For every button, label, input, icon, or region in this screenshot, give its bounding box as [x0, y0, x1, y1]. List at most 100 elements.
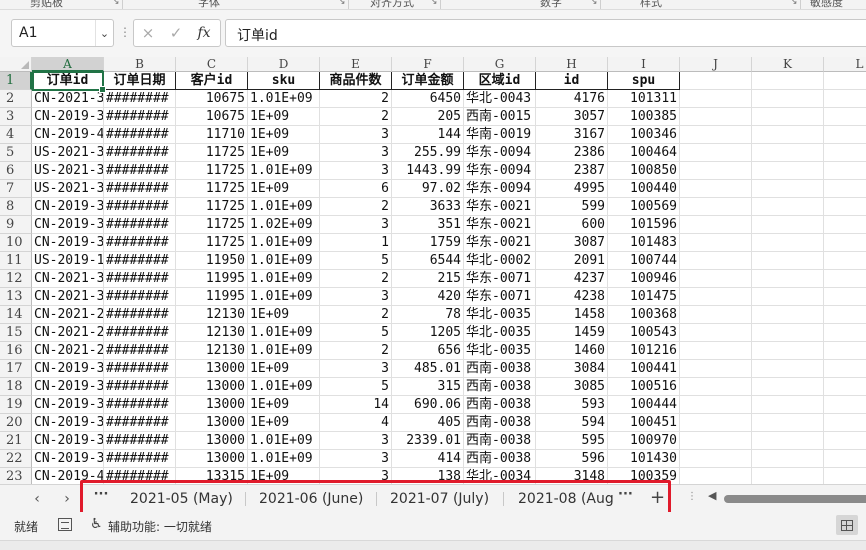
empty-cell[interactable] [824, 90, 866, 108]
data-cell[interactable]: CN-2021-3 [32, 288, 104, 306]
data-cell[interactable]: 华东-0094 [464, 162, 536, 180]
data-cell[interactable]: 西南-0038 [464, 396, 536, 414]
data-cell[interactable]: 11995 [176, 288, 248, 306]
header-cell[interactable]: 订单金额 [392, 72, 464, 90]
data-cell[interactable]: 1E+09 [248, 108, 320, 126]
empty-cell[interactable] [680, 72, 752, 90]
empty-cell[interactable] [752, 144, 824, 162]
data-cell[interactable]: 1443.99 [392, 162, 464, 180]
data-cell[interactable]: 100451 [608, 414, 680, 432]
empty-cell[interactable] [824, 234, 866, 252]
data-cell[interactable]: 13000 [176, 396, 248, 414]
data-cell[interactable]: 13000 [176, 360, 248, 378]
data-cell[interactable]: 100569 [608, 198, 680, 216]
data-cell[interactable]: 690.06 [392, 396, 464, 414]
data-cell[interactable]: 3 [320, 216, 392, 234]
accessibility-status-text[interactable]: 辅助功能: 一切就绪 [108, 518, 212, 535]
data-cell[interactable]: ######## [104, 414, 176, 432]
dialog-launcher-icon[interactable]: ↘ [112, 0, 120, 7]
data-cell[interactable]: 西南-0038 [464, 450, 536, 468]
data-cell[interactable]: 3167 [536, 126, 608, 144]
data-cell[interactable]: CN-2019-3 [32, 378, 104, 396]
data-cell[interactable]: CN-2019-3 [32, 216, 104, 234]
row-header-13[interactable]: 13 [0, 288, 32, 306]
row-header-23[interactable]: 23 [0, 468, 32, 484]
data-cell[interactable]: 101311 [608, 90, 680, 108]
row-header-7[interactable]: 7 [0, 180, 32, 198]
empty-cell[interactable] [680, 162, 752, 180]
data-cell[interactable]: ######## [104, 360, 176, 378]
data-cell[interactable]: 420 [392, 288, 464, 306]
data-cell[interactable]: 11725 [176, 162, 248, 180]
data-cell[interactable]: CN-2019-3 [32, 108, 104, 126]
row-header-21[interactable]: 21 [0, 432, 32, 450]
data-cell[interactable]: CN-2019-3 [32, 360, 104, 378]
data-cell[interactable]: 100946 [608, 270, 680, 288]
row-header-18[interactable]: 18 [0, 378, 32, 396]
data-cell[interactable]: 华北-0035 [464, 342, 536, 360]
empty-cell[interactable] [680, 90, 752, 108]
empty-cell[interactable] [680, 468, 752, 484]
data-cell[interactable]: 100850 [608, 162, 680, 180]
data-cell[interactable]: 11725 [176, 216, 248, 234]
data-cell[interactable]: 1E+09 [248, 126, 320, 144]
empty-cell[interactable] [752, 396, 824, 414]
data-cell[interactable]: CN-2019-3 [32, 234, 104, 252]
data-cell[interactable]: 3 [320, 360, 392, 378]
empty-cell[interactable] [752, 378, 824, 396]
data-cell[interactable]: 2 [320, 198, 392, 216]
data-cell[interactable]: 101216 [608, 342, 680, 360]
empty-cell[interactable] [824, 378, 866, 396]
data-cell[interactable]: CN-2019-3 [32, 198, 104, 216]
empty-cell[interactable] [680, 234, 752, 252]
empty-cell[interactable] [752, 162, 824, 180]
data-cell[interactable]: CN-2019-3 [32, 396, 104, 414]
data-cell[interactable]: 205 [392, 108, 464, 126]
empty-cell[interactable] [752, 468, 824, 484]
column-header-e[interactable]: E [320, 57, 392, 72]
data-cell[interactable]: 2 [320, 90, 392, 108]
data-cell[interactable]: 12130 [176, 306, 248, 324]
data-cell[interactable]: ######## [104, 396, 176, 414]
empty-cell[interactable] [752, 342, 824, 360]
data-cell[interactable]: 593 [536, 396, 608, 414]
data-cell[interactable]: 西南-0038 [464, 378, 536, 396]
empty-cell[interactable] [824, 126, 866, 144]
header-cell[interactable]: 订单id [32, 72, 104, 90]
data-cell[interactable]: 2386 [536, 144, 608, 162]
data-cell[interactable]: 101596 [608, 216, 680, 234]
empty-cell[interactable] [680, 378, 752, 396]
empty-cell[interactable] [680, 270, 752, 288]
column-header-b[interactable]: B [104, 57, 176, 72]
empty-cell[interactable] [680, 126, 752, 144]
data-cell[interactable]: 1.01E+09 [248, 198, 320, 216]
data-cell[interactable]: 华东-0071 [464, 270, 536, 288]
empty-cell[interactable] [752, 252, 824, 270]
data-cell[interactable]: CN-2019-3 [32, 450, 104, 468]
column-header-c[interactable]: C [176, 57, 248, 72]
column-header-g[interactable]: G [464, 57, 536, 72]
data-cell[interactable]: ######## [104, 342, 176, 360]
empty-cell[interactable] [824, 252, 866, 270]
macro-record-icon[interactable] [58, 518, 72, 531]
row-header-8[interactable]: 8 [0, 198, 32, 216]
empty-cell[interactable] [752, 270, 824, 288]
empty-cell[interactable] [824, 144, 866, 162]
data-cell[interactable]: CN-2019-3 [32, 432, 104, 450]
data-cell[interactable]: 1.01E+09 [248, 324, 320, 342]
empty-cell[interactable] [752, 324, 824, 342]
chevron-down-icon[interactable]: ⌄ [95, 20, 113, 46]
empty-cell[interactable] [752, 414, 824, 432]
data-cell[interactable]: 100744 [608, 252, 680, 270]
data-cell[interactable]: 1459 [536, 324, 608, 342]
data-cell[interactable]: ######## [104, 90, 176, 108]
data-cell[interactable]: 3633 [392, 198, 464, 216]
data-cell[interactable]: 1 [320, 234, 392, 252]
data-cell[interactable]: 12130 [176, 324, 248, 342]
data-cell[interactable]: ######## [104, 162, 176, 180]
empty-cell[interactable] [824, 72, 866, 90]
empty-cell[interactable] [680, 414, 752, 432]
data-cell[interactable]: 13000 [176, 450, 248, 468]
data-cell[interactable]: 1E+09 [248, 396, 320, 414]
data-cell[interactable]: 596 [536, 450, 608, 468]
